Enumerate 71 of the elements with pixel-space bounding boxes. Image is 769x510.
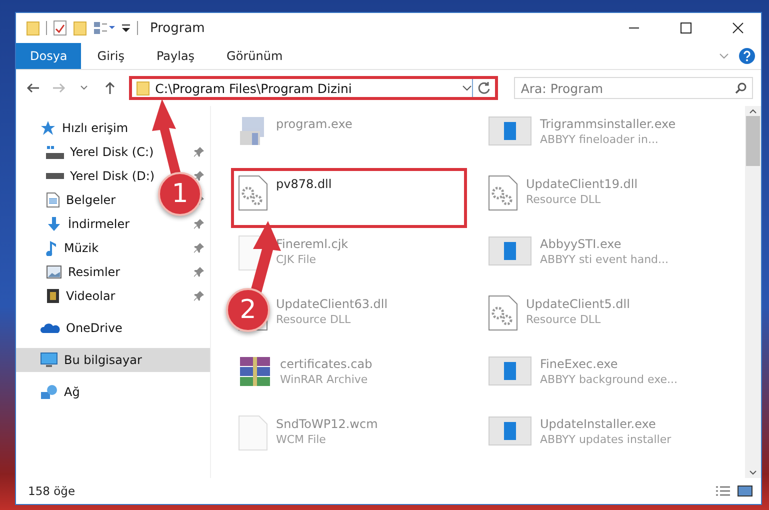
window-title: Program	[150, 20, 206, 36]
file-type: ABBYY background exe...	[540, 373, 678, 386]
drive-icon	[46, 173, 64, 179]
blank-file-icon	[238, 415, 268, 451]
ribbon-tab[interactable]: Görünüm	[210, 43, 299, 69]
address-path: C:\Program Files\Program Dizini	[155, 80, 353, 96]
nav-item[interactable]: Hızlı erişim	[62, 121, 128, 135]
app-window-icon	[488, 115, 532, 147]
file-type: Resource DLL	[526, 313, 601, 326]
back-arrow-icon	[26, 82, 40, 94]
properties-icon	[53, 20, 67, 36]
music-note-icon	[46, 240, 58, 256]
film-icon	[46, 288, 60, 304]
dropdown-caret-icon	[121, 23, 131, 33]
chevron-down-icon	[80, 85, 88, 91]
nav-item[interactable]: Videolar	[66, 289, 116, 303]
chevron-down-icon	[719, 52, 729, 60]
app-window-icon	[488, 415, 532, 447]
nav-item[interactable]: Müzik	[64, 241, 99, 255]
folder-icon	[136, 80, 150, 96]
close-icon	[732, 22, 744, 34]
ribbon-tab[interactable]: Paylaş	[140, 43, 211, 69]
nav-item[interactable]: OneDrive	[66, 321, 122, 335]
chevron-down-icon	[462, 84, 472, 92]
chevron-down-icon	[749, 470, 757, 476]
nav-item[interactable]: Resimler	[68, 265, 120, 279]
list-view-icon	[93, 21, 115, 35]
nav-item[interactable]: Bu bilgisayar	[16, 348, 210, 372]
monitor-icon	[40, 352, 58, 368]
file-type: ABBYY sti event hand...	[540, 253, 669, 266]
archive-icon	[238, 355, 272, 389]
address-bar[interactable]: C:\Program Files\Program Dizini	[129, 76, 498, 100]
maximize-icon	[680, 22, 692, 34]
refresh-icon	[476, 81, 491, 95]
down-arrow-icon	[46, 216, 62, 232]
details-view-icon	[715, 485, 731, 497]
nav-item[interactable]: Yerel Disk (D:)	[70, 169, 155, 183]
file-type: ABBYY fineloader in...	[540, 133, 658, 146]
nav-item[interactable]: Ağ	[64, 385, 80, 399]
folder-icon	[26, 20, 40, 36]
file-type: ABBYY updates installer	[540, 433, 672, 446]
ribbon-tab[interactable]: Giriş	[81, 43, 140, 69]
star-icon	[40, 120, 56, 136]
file-item[interactable]: pv878.dll	[231, 168, 467, 228]
file-type: WCM File	[276, 433, 326, 446]
app-window-icon	[488, 235, 532, 267]
search-field[interactable]: Ara: Program	[514, 77, 753, 99]
scrollbar[interactable]	[745, 106, 761, 478]
help-icon	[739, 48, 755, 64]
folder-icon	[73, 20, 87, 36]
large-icons-view-icon	[737, 485, 753, 497]
file-type: WinRAR Archive	[280, 373, 368, 386]
nav-item[interactable]: İndirmeler	[68, 217, 130, 231]
cloud-icon	[40, 321, 60, 335]
scrollbar-thumb[interactable]	[746, 116, 760, 166]
file-type: Resource DLL	[526, 193, 601, 206]
forward-arrow-icon	[52, 82, 66, 94]
nav-item[interactable]: Yerel Disk (C:)	[70, 145, 154, 159]
file-type: Resource DLL	[276, 313, 351, 326]
picture-icon	[46, 265, 62, 279]
nav-item[interactable]: Belgeler	[66, 193, 116, 207]
item-count: 158 öğe	[28, 484, 76, 498]
drive-icon	[46, 145, 64, 159]
up-arrow-icon	[104, 81, 116, 95]
network-icon	[40, 384, 58, 400]
document-icon	[46, 192, 60, 208]
file-type: CJK File	[276, 253, 316, 266]
file-menu-tab[interactable]: Dosya	[16, 43, 82, 69]
chevron-up-icon	[749, 108, 757, 114]
app-window-icon	[488, 355, 532, 387]
search-icon	[734, 82, 747, 94]
